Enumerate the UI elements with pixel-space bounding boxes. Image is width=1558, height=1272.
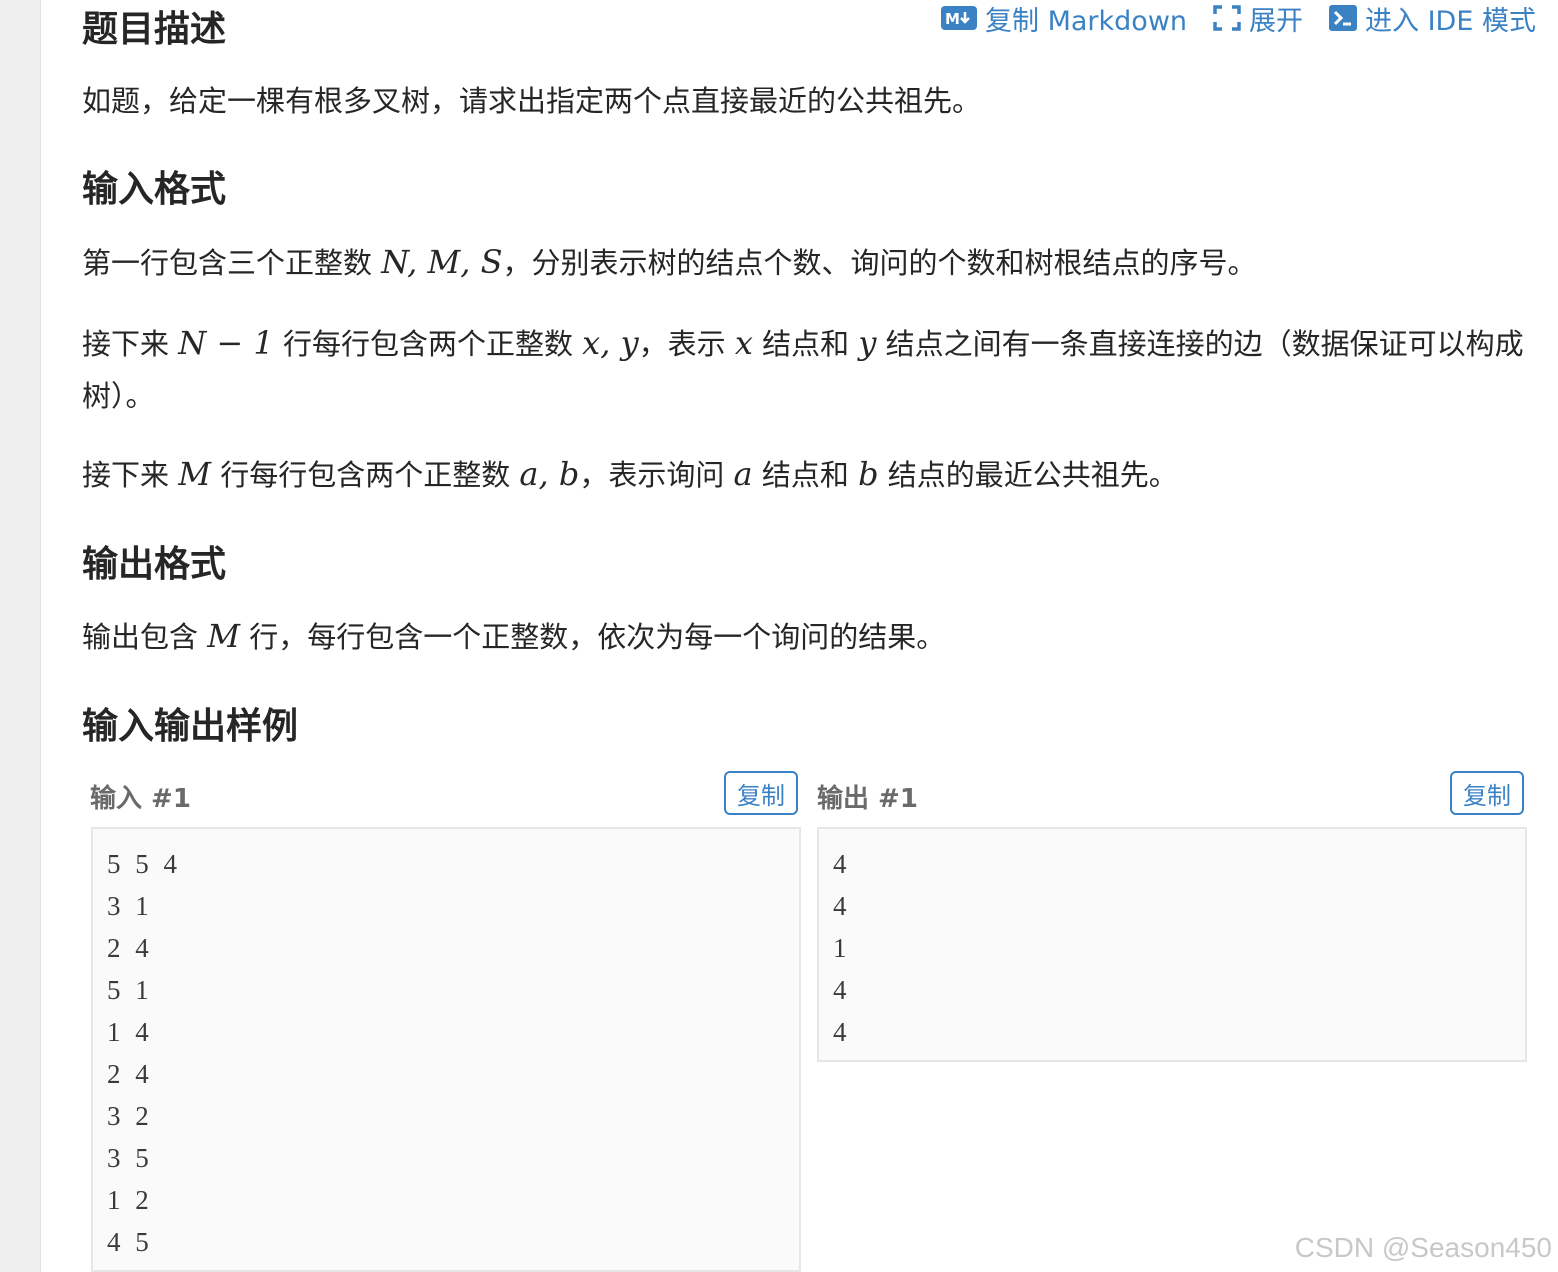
sample-output-box: 4 4 1 4 4 <box>817 827 1527 1062</box>
terminal-icon <box>1329 5 1358 31</box>
svg-text:M: M <box>945 10 960 28</box>
ide-mode-button[interactable]: 进入 IDE 模式 <box>1329 0 1536 38</box>
code-line: 3 2 <box>107 1101 153 1131</box>
code-line: 5 1 <box>107 975 153 1005</box>
copy-input-button[interactable]: 复制 <box>724 771 798 815</box>
code-line: 1 4 <box>107 1017 153 1047</box>
code-line: 3 1 <box>107 891 153 921</box>
input-format-p2: 接下来 N − 1 行每行包含两个正整数 x, y，表示 x 结点和 y 结点之… <box>82 324 1524 413</box>
output-format-text: 输出包含 M 行，每行包含一个正整数，依次为每一个询问的结果。 <box>82 617 946 655</box>
expand-label: 展开 <box>1249 5 1304 37</box>
code-line: 4 <box>833 891 851 921</box>
input-format-heading: 输入格式 <box>82 169 227 210</box>
sample-input-box: 5 5 4 3 1 2 4 5 1 1 4 2 4 3 2 3 5 1 2 4 5 <box>91 827 801 1272</box>
code-line: 1 <box>833 933 851 963</box>
left-gutter <box>0 0 41 1272</box>
ide-mode-label: 进入 IDE 模式 <box>1365 5 1536 37</box>
output-format-heading: 输出格式 <box>82 544 227 585</box>
input-format-p1: 第一行包含三个正整数 N, M, S，分别表示树的结点个数、询问的个数和树根结点… <box>82 243 1257 281</box>
input-format-p3: 接下来 M 行每行包含两个正整数 a, b，表示询问 a 结点和 b 结点的最近… <box>82 455 1178 493</box>
samples-heading: 输入输出样例 <box>82 706 299 747</box>
copy-markdown-button[interactable]: M 复制 Markdown <box>941 0 1187 38</box>
sample-input-label: 输入 #1 <box>90 784 191 814</box>
sample-output-label: 输出 #1 <box>817 784 918 814</box>
csdn-watermark: CSDN @Season450 <box>1294 1232 1552 1263</box>
code-line: 4 <box>833 849 851 879</box>
problem-toolbar: M 复制 Markdown 展开 进入 IDE 模式 <box>941 0 1536 38</box>
code-line: 4 <box>833 975 851 1005</box>
code-line: 3 5 <box>107 1143 153 1173</box>
description-heading: 题目描述 <box>82 9 227 50</box>
code-line: 5 5 4 <box>107 849 181 879</box>
code-line: 2 4 <box>107 1059 153 1089</box>
code-line: 2 4 <box>107 933 153 963</box>
code-line: 4 5 <box>107 1227 153 1257</box>
description-text: 如题，给定一棵有根多叉树，请求出指定两个点直接最近的公共祖先。 <box>82 84 982 118</box>
expand-button[interactable]: 展开 <box>1213 0 1303 38</box>
code-line: 4 <box>833 1017 851 1047</box>
copy-output-button[interactable]: 复制 <box>1450 771 1524 815</box>
expand-icon <box>1213 5 1241 31</box>
markdown-icon: M <box>941 6 977 30</box>
code-line: 1 2 <box>107 1185 153 1215</box>
copy-markdown-label: 复制 Markdown <box>985 5 1188 37</box>
